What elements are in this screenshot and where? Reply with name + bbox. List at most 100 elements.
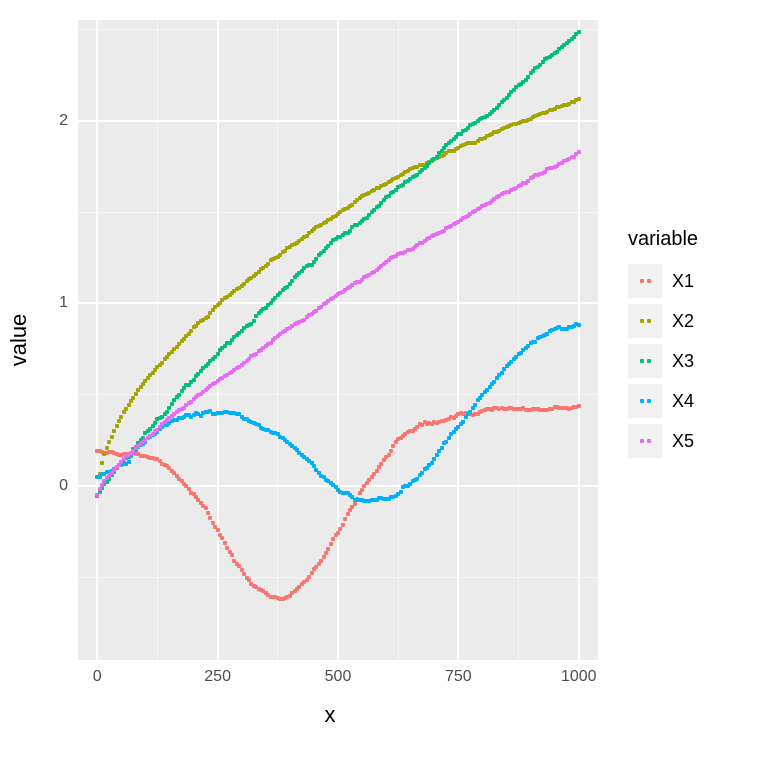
legend-key — [628, 424, 662, 458]
data-point — [440, 446, 444, 450]
data-point — [336, 531, 340, 535]
data-point — [290, 279, 294, 283]
data-point — [314, 257, 318, 261]
data-point — [102, 479, 106, 483]
x-tick-label: 250 — [204, 668, 231, 686]
x-tick-label: 750 — [445, 668, 472, 686]
data-point — [526, 75, 530, 79]
legend-key — [628, 264, 662, 298]
data-point — [430, 461, 434, 465]
y-tick-label: 1 — [59, 294, 68, 312]
data-point — [577, 30, 581, 34]
data-point — [473, 403, 477, 407]
data-point — [206, 511, 210, 515]
legend-label: X3 — [672, 351, 694, 372]
data-point — [435, 453, 439, 457]
y-tick-label: 0 — [59, 477, 68, 495]
data-point — [329, 542, 333, 546]
y-tick-label: 2 — [59, 112, 68, 130]
data-point — [360, 488, 364, 492]
data-point — [119, 415, 123, 419]
data-point — [100, 461, 104, 465]
data-point — [127, 460, 131, 464]
data-point — [112, 429, 116, 433]
data-point — [115, 424, 119, 428]
data-point — [167, 406, 171, 410]
data-point — [346, 512, 350, 516]
legend-item: X5 — [628, 424, 694, 458]
data-point — [314, 565, 318, 569]
legend-item: X4 — [628, 384, 694, 418]
data-point — [435, 155, 439, 159]
x-tick-label: 1000 — [561, 668, 597, 686]
data-point — [577, 404, 581, 408]
data-point — [102, 452, 106, 456]
data-point — [206, 315, 210, 319]
data-point — [230, 553, 234, 557]
data-point — [310, 571, 314, 575]
data-point — [131, 396, 135, 400]
data-point — [95, 493, 99, 497]
data-point — [444, 440, 448, 444]
data-point — [177, 393, 181, 397]
data-point — [500, 371, 504, 375]
data-point — [324, 551, 328, 555]
data-point — [353, 502, 357, 506]
data-point — [319, 559, 323, 563]
legend-key — [628, 304, 662, 338]
data-point — [216, 528, 220, 532]
x-axis-title: x — [325, 702, 336, 728]
data-point — [343, 517, 347, 521]
data-point — [127, 403, 131, 407]
data-point — [170, 402, 174, 406]
data-point — [122, 410, 126, 414]
y-axis-title-text: value — [6, 314, 31, 367]
data-point — [192, 378, 196, 382]
legend-key — [628, 344, 662, 378]
data-point — [468, 410, 472, 414]
data-point — [208, 516, 212, 520]
data-point — [432, 457, 436, 461]
data-point — [389, 449, 393, 453]
legend-label: X5 — [672, 431, 694, 452]
legend-label: X2 — [672, 311, 694, 332]
data-point — [110, 435, 114, 439]
data-point — [577, 323, 581, 327]
data-point — [204, 506, 208, 510]
data-point — [577, 97, 581, 101]
data-point — [165, 410, 169, 414]
data-point — [252, 319, 256, 323]
data-point — [124, 407, 128, 411]
legend-item: X2 — [628, 304, 694, 338]
data-point — [129, 399, 133, 403]
data-point — [322, 555, 326, 559]
legend-item: X3 — [628, 344, 694, 378]
x-axis-title-text: x — [325, 702, 336, 727]
data-point — [107, 440, 111, 444]
data-point — [387, 453, 391, 457]
x-tick-label: 0 — [93, 668, 102, 686]
data-point — [326, 547, 330, 551]
data-point — [577, 150, 581, 154]
data-point — [98, 487, 102, 491]
legend-label: X4 — [672, 391, 694, 412]
data-point — [370, 475, 374, 479]
data-point — [338, 527, 342, 531]
data-point — [307, 575, 311, 579]
data-point — [447, 436, 451, 440]
data-point — [331, 537, 335, 541]
data-point — [220, 536, 224, 540]
plot-panel — [78, 20, 598, 660]
data-point — [341, 523, 345, 527]
chart-figure: value x variable 02505007501000012X1X2X3… — [0, 0, 768, 768]
data-point — [415, 477, 419, 481]
x-tick-label: 500 — [325, 668, 352, 686]
legend-label: X1 — [672, 271, 694, 292]
legend-item: X1 — [628, 264, 694, 298]
data-point — [358, 491, 362, 495]
data-point — [134, 392, 138, 396]
data-point — [375, 469, 379, 473]
data-point — [461, 420, 465, 424]
data-point — [391, 444, 395, 448]
data-point — [533, 340, 537, 344]
